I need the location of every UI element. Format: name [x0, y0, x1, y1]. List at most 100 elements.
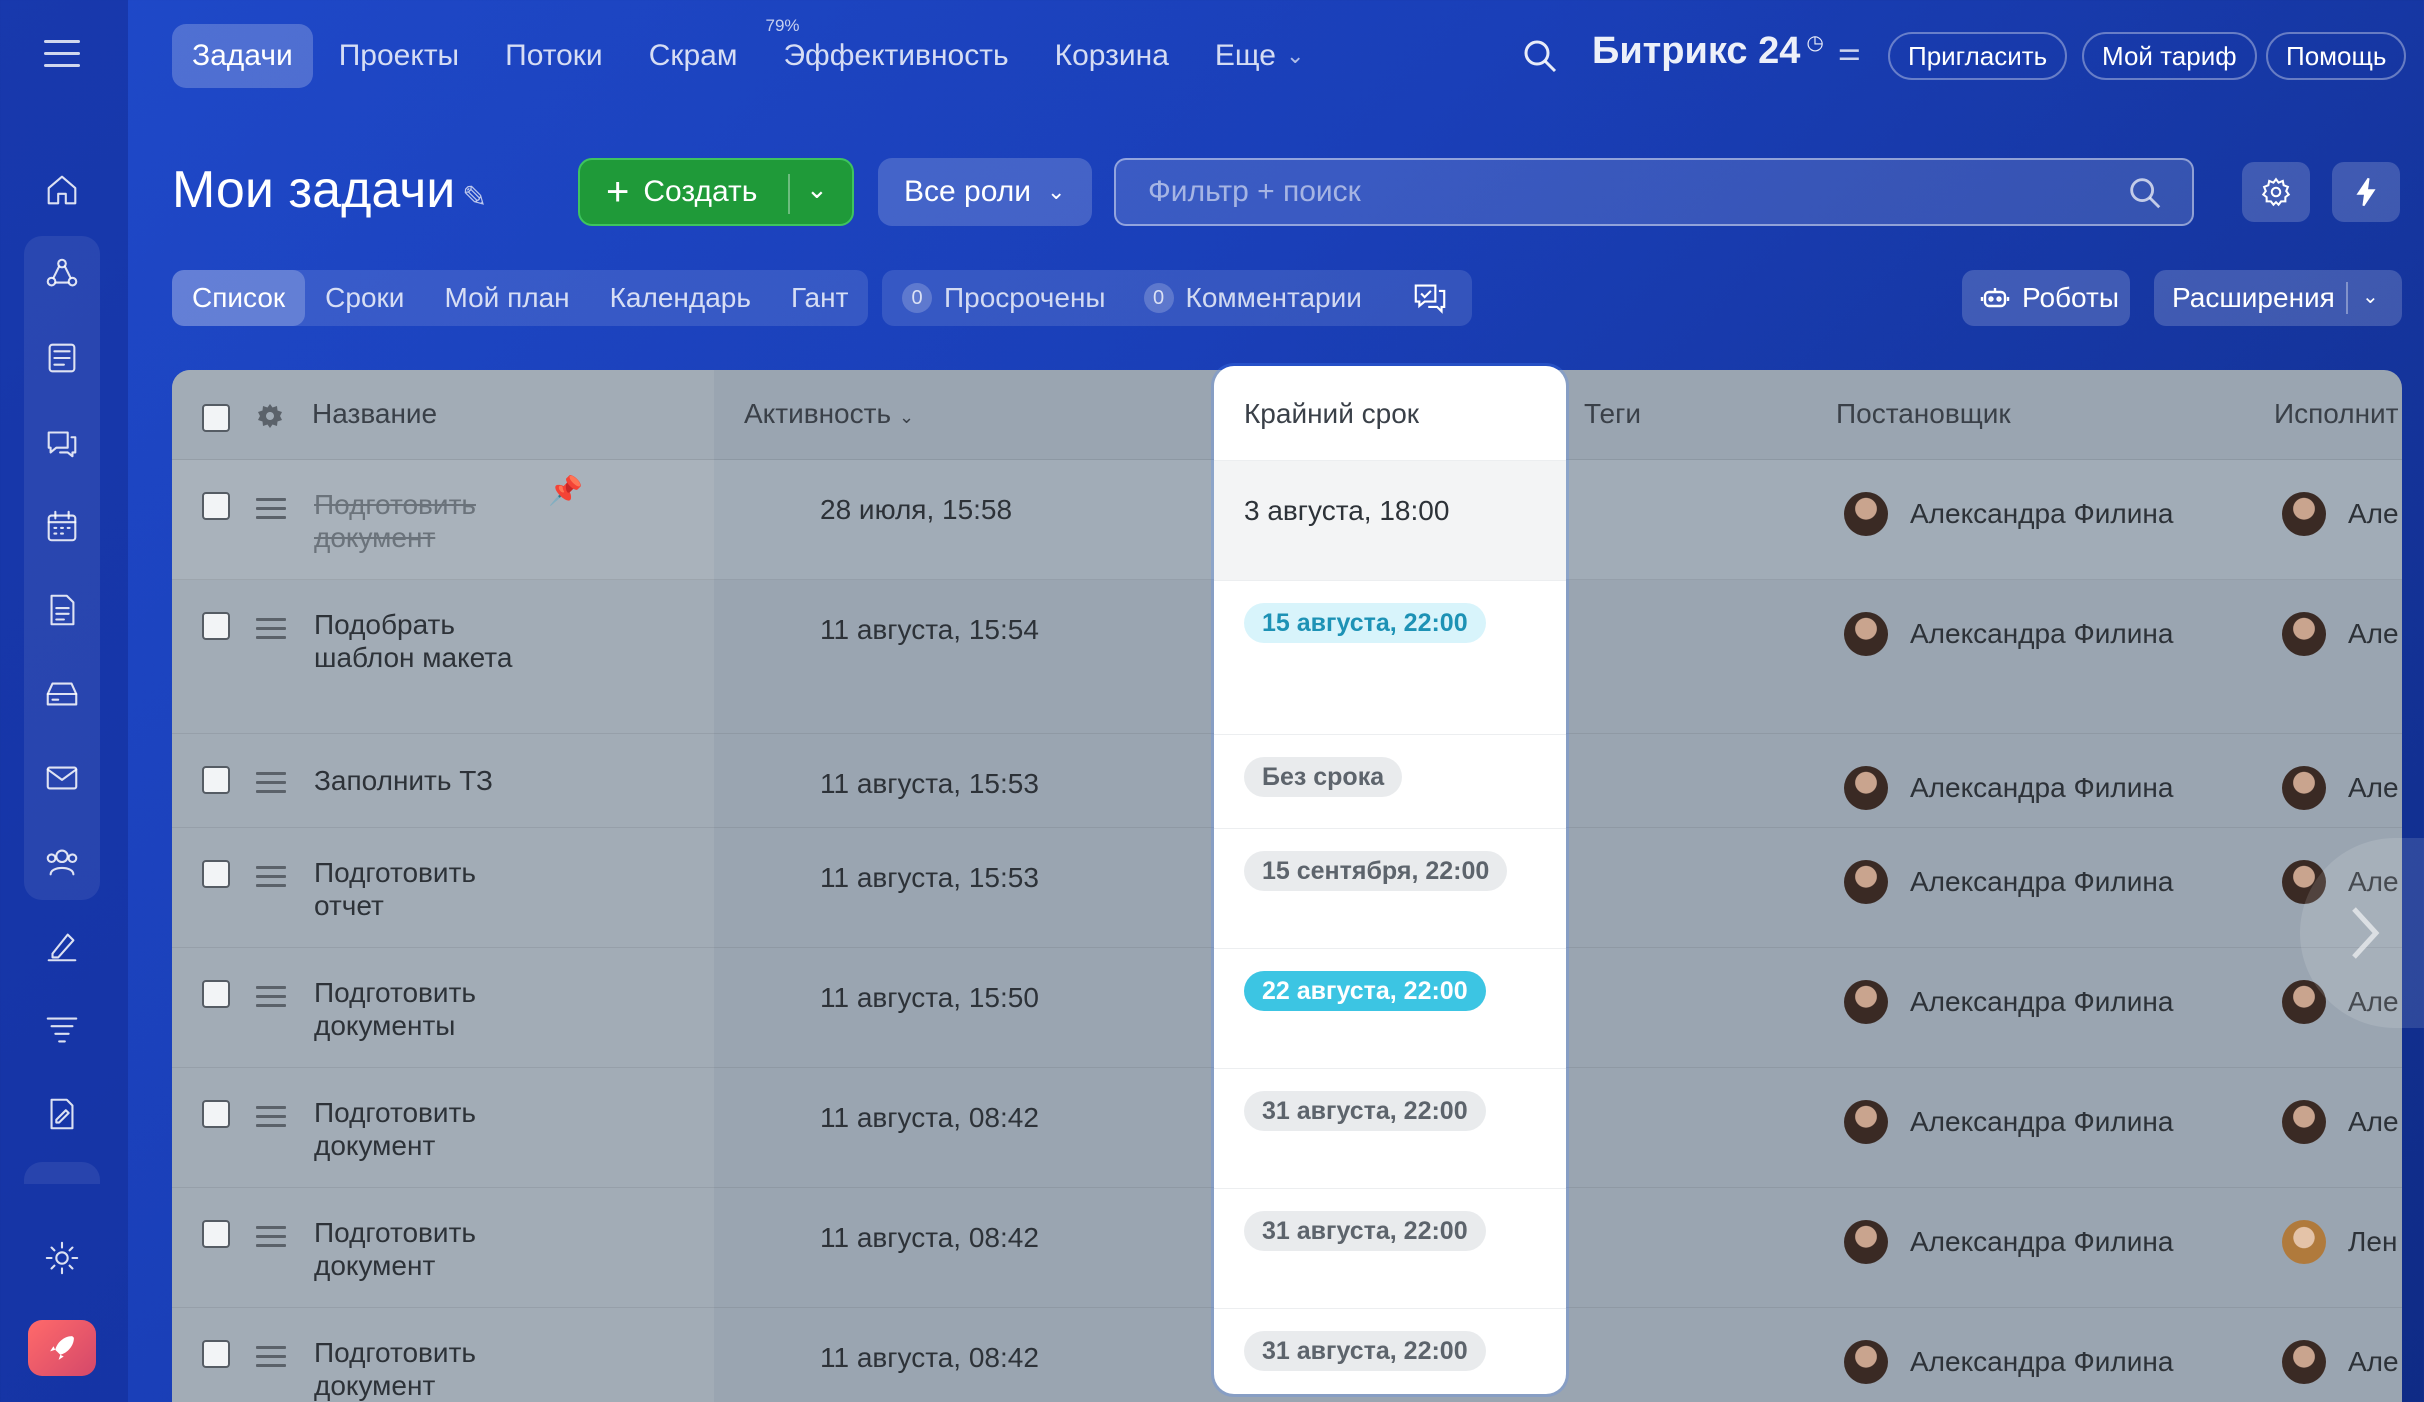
drag-handle-icon[interactable]: [256, 618, 286, 645]
overdue-counter[interactable]: 0 Просрочены: [902, 282, 1106, 314]
view-tab-deadlines[interactable]: Сроки: [305, 270, 424, 326]
author[interactable]: Александра Филина: [1844, 1220, 2173, 1264]
mail-icon[interactable]: [34, 750, 90, 806]
deadline-cell[interactable]: 15 августа, 22:00: [1214, 580, 1566, 734]
executor[interactable]: Але: [2282, 492, 2399, 536]
robots-button[interactable]: Роботы: [1962, 270, 2130, 326]
settings-icon[interactable]: [34, 1230, 90, 1286]
deadline-badge[interactable]: 31 августа, 22:00: [1244, 1091, 1486, 1131]
tab-projects[interactable]: Проекты: [319, 24, 479, 88]
pin-icon[interactable]: ✎: [462, 180, 487, 215]
home-icon[interactable]: [34, 162, 90, 218]
column-header-activity[interactable]: Активность ⌄: [744, 398, 914, 430]
edit-document-icon[interactable]: [34, 1086, 90, 1142]
deadline-badge[interactable]: Без срока: [1244, 757, 1403, 797]
author[interactable]: Александра Филина: [1844, 860, 2173, 904]
chevron-down-icon[interactable]: ⌄: [806, 174, 828, 205]
executor[interactable]: Але: [2282, 766, 2399, 810]
row-checkbox[interactable]: [202, 860, 230, 888]
column-header-name[interactable]: Название: [312, 398, 437, 430]
comments-counter[interactable]: 0 Комментарии: [1143, 282, 1362, 314]
roles-dropdown[interactable]: Все роли ⌄: [878, 158, 1092, 226]
task-title[interactable]: Подготовить документ: [314, 1336, 514, 1402]
row-checkbox[interactable]: [202, 492, 230, 520]
read-all-icon[interactable]: [1412, 282, 1448, 319]
deadline-cell[interactable]: Без срока: [1214, 734, 1566, 828]
tab-tasks[interactable]: Задачи: [172, 24, 313, 88]
users-icon[interactable]: [34, 834, 90, 890]
gear-icon[interactable]: [254, 400, 286, 437]
tab-trash[interactable]: Корзина: [1035, 24, 1189, 88]
select-all-checkbox[interactable]: [202, 404, 230, 432]
column-header-deadline[interactable]: Крайний срок: [1244, 398, 1419, 430]
invite-button[interactable]: Пригласить: [1888, 32, 2068, 80]
column-header-author[interactable]: Постановщик: [1836, 398, 2011, 430]
drag-handle-icon[interactable]: [256, 772, 286, 799]
column-header-tags[interactable]: Теги: [1584, 398, 1641, 430]
deadline-badge[interactable]: 15 августа, 22:00: [1244, 603, 1486, 643]
tab-efficiency[interactable]: 79% Эффективность: [763, 16, 1028, 88]
task-title[interactable]: Подобрать шаблон макета: [314, 608, 514, 674]
deadline-cell[interactable]: 31 августа, 22:00: [1214, 1068, 1566, 1188]
author[interactable]: Александра Филина: [1844, 1100, 2173, 1144]
sliders-icon[interactable]: ⚌: [1838, 36, 1861, 67]
row-checkbox[interactable]: [202, 766, 230, 794]
deadline-cell[interactable]: 31 августа, 22:00: [1214, 1188, 1566, 1308]
tariff-button[interactable]: Мой тариф: [2082, 32, 2257, 80]
drive-icon[interactable]: [34, 666, 90, 722]
drag-handle-icon[interactable]: [256, 498, 286, 525]
deadline-badge[interactable]: 31 августа, 22:00: [1244, 1211, 1486, 1251]
calendar-icon[interactable]: [34, 498, 90, 554]
deadline-cell[interactable]: 22 августа, 22:00: [1214, 948, 1566, 1068]
sign-icon[interactable]: [34, 918, 90, 974]
drag-handle-icon[interactable]: [256, 1226, 286, 1253]
author[interactable]: Александра Филина: [1844, 980, 2173, 1024]
menu-icon[interactable]: [44, 40, 80, 70]
deadline-badge[interactable]: 31 августа, 22:00: [1244, 1331, 1486, 1371]
deadline-badge[interactable]: 22 августа, 22:00: [1244, 971, 1486, 1011]
tab-flows[interactable]: Потоки: [485, 24, 623, 88]
help-button[interactable]: Помощь: [2266, 32, 2407, 80]
view-tab-my-plan[interactable]: Мой план: [424, 270, 589, 326]
column-header-executor[interactable]: Исполнит: [2274, 398, 2399, 430]
executor[interactable]: Але: [2282, 612, 2399, 656]
task-title[interactable]: Подготовить документы: [314, 976, 514, 1042]
drag-handle-icon[interactable]: [256, 866, 286, 893]
chevron-down-icon[interactable]: ⌄: [2362, 284, 2379, 309]
chat-icon[interactable]: [34, 414, 90, 470]
drag-handle-icon[interactable]: [256, 1106, 286, 1133]
deadline-badge[interactable]: 15 сентября, 22:00: [1244, 851, 1508, 891]
drag-handle-icon[interactable]: [256, 986, 286, 1013]
feed-icon[interactable]: [34, 330, 90, 386]
executor[interactable]: Але: [2282, 1340, 2399, 1384]
task-title[interactable]: Заполнить ТЗ: [314, 764, 614, 797]
create-button[interactable]: + Создать ⌄: [578, 158, 854, 226]
pin-icon[interactable]: 📌: [548, 474, 583, 507]
deadline-cell[interactable]: 3 августа, 18:00: [1214, 460, 1566, 580]
funnel-icon[interactable]: [34, 1002, 90, 1058]
author[interactable]: Александра Филина: [1844, 766, 2173, 810]
row-checkbox[interactable]: [202, 1220, 230, 1248]
search-icon[interactable]: [2126, 174, 2164, 220]
view-tab-list[interactable]: Список: [172, 270, 306, 326]
task-title[interactable]: Подготовить отчет: [314, 856, 514, 922]
extensions-dropdown[interactable]: Расширения ⌄: [2154, 270, 2402, 326]
tasks-icon[interactable]: [34, 246, 90, 302]
author[interactable]: Александра Филина: [1844, 1340, 2173, 1384]
tab-more[interactable]: Еще ⌄: [1195, 24, 1324, 88]
search-icon[interactable]: [1520, 36, 1560, 76]
author[interactable]: Александра Филина: [1844, 612, 2173, 656]
row-checkbox[interactable]: [202, 1100, 230, 1128]
filter-search-input[interactable]: Фильтр + поиск: [1114, 158, 2194, 226]
view-tab-gantt[interactable]: Гант: [771, 270, 868, 326]
row-checkbox[interactable]: [202, 980, 230, 1008]
tab-scrum[interactable]: Скрам: [629, 24, 758, 88]
rocket-icon[interactable]: [28, 1320, 96, 1376]
row-checkbox[interactable]: [202, 612, 230, 640]
executor[interactable]: Лен: [2282, 1220, 2397, 1264]
deadline-cell[interactable]: 15 сентября, 22:00: [1214, 828, 1566, 948]
task-title[interactable]: Подготовить документ: [314, 1216, 514, 1282]
view-tab-calendar[interactable]: Календарь: [590, 270, 771, 326]
task-title[interactable]: Подготовить документ: [314, 488, 514, 554]
row-checkbox[interactable]: [202, 1340, 230, 1368]
